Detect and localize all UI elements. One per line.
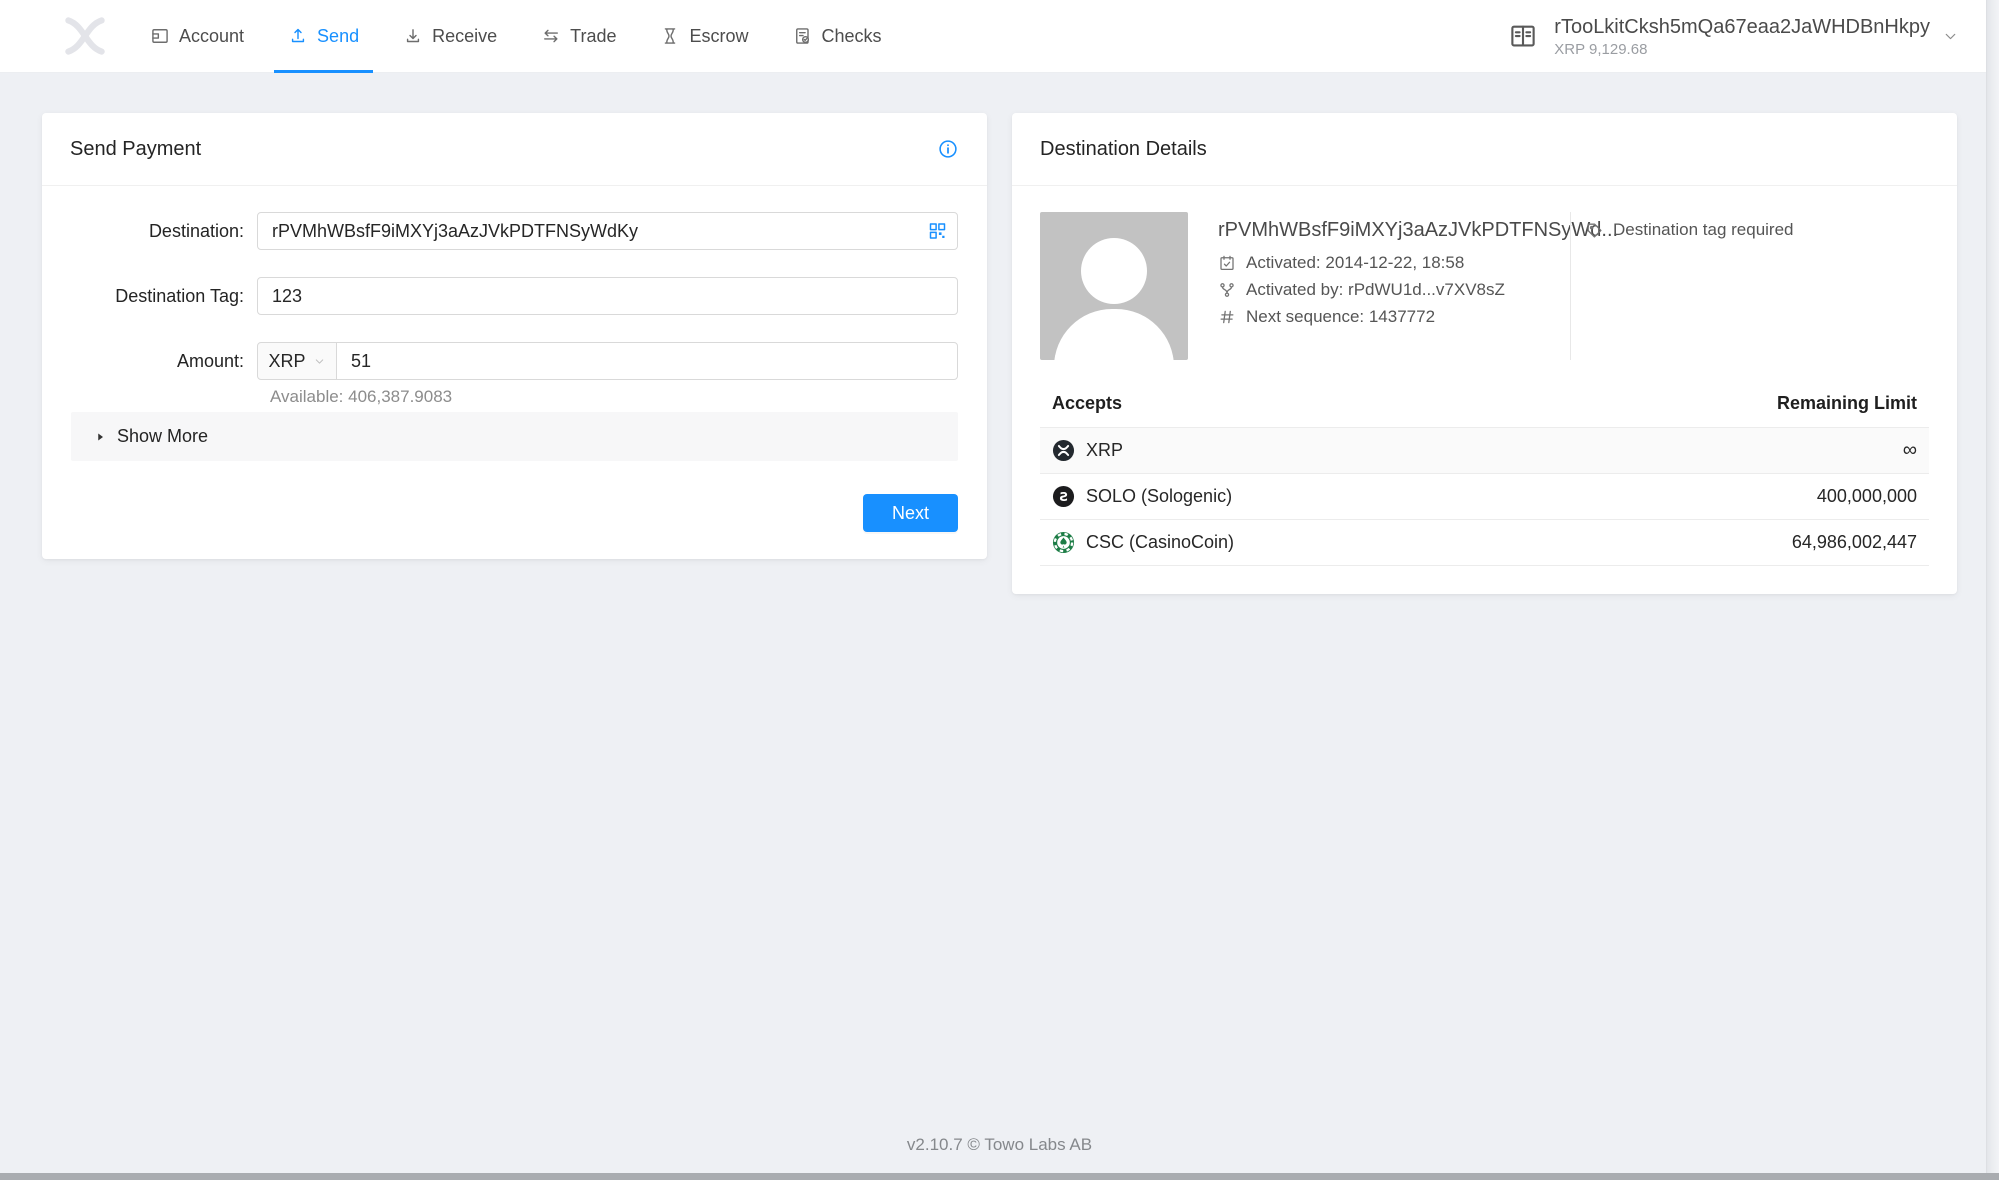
remaining-limit-col-header: Remaining Limit: [1777, 393, 1917, 414]
nav-account-area: rTooLkitCksh5mQa67eaa2JaWHDBnHkpy XRP 9,…: [1508, 15, 1959, 58]
download-icon: [403, 26, 423, 46]
csc-coin-icon: [1052, 531, 1075, 554]
main-content: Send Payment Destination: Destination Ta…: [0, 73, 1999, 594]
destination-row: Destination:: [71, 212, 958, 250]
caret-right-icon: [94, 431, 106, 443]
svg-text:S: S: [1059, 489, 1068, 504]
branch-icon: [1218, 281, 1236, 299]
destination-profile: rPVMhWBsfF9iMXYj3aAzJVkPDTFNSyWd... Acti…: [1040, 212, 1929, 360]
tab-account[interactable]: Account: [136, 0, 258, 72]
tab-send[interactable]: Send: [274, 0, 373, 72]
address-book-icon[interactable]: [1508, 21, 1538, 51]
destination-tag-label: Destination Tag:: [71, 286, 257, 307]
account-summary[interactable]: rTooLkitCksh5mQa67eaa2JaWHDBnHkpy XRP 9,…: [1554, 15, 1930, 58]
nav-tabs: AccountSendReceiveTradeEscrowChecks: [136, 0, 912, 72]
next-sequence-line: Next sequence: 1437772: [1218, 307, 1570, 327]
avatar: [1040, 212, 1188, 360]
show-more-label: Show More: [117, 426, 208, 447]
tab-trade[interactable]: Trade: [527, 0, 630, 72]
accepts-table: Accepts Remaining Limit XRP∞SSOLO (Solog…: [1040, 393, 1929, 566]
destination-details-card: Destination Details rPVMhWBsfF9iMXYj3aAz…: [1012, 113, 1957, 594]
destination-tag-input[interactable]: [257, 277, 958, 315]
accepts-table-header: Accepts Remaining Limit: [1040, 393, 1929, 428]
xrp-coin-icon: [1052, 439, 1075, 462]
top-navbar: AccountSendReceiveTradeEscrowChecks rToo…: [0, 0, 1999, 73]
qr-scan-icon[interactable]: [927, 221, 948, 242]
accepts-rows: XRP∞SSOLO (Sologenic)400,000,000CSC (Cas…: [1040, 428, 1929, 566]
chevron-down-icon[interactable]: [1942, 28, 1959, 45]
tab-checks[interactable]: Checks: [779, 0, 896, 72]
available-balance: Available: 406,387.9083: [270, 387, 958, 407]
activated-by-line: Activated by: rPdWU1d...v7XV8sZ: [1218, 280, 1570, 300]
tag-icon: [1585, 221, 1604, 240]
accepts-row: XRP∞: [1040, 428, 1929, 474]
app-logo-icon: [58, 9, 112, 63]
destination-info: rPVMhWBsfF9iMXYj3aAzJVkPDTFNSyWd... Acti…: [1218, 212, 1570, 360]
accepts-col-header: Accepts: [1052, 393, 1122, 414]
send-payment-form: Destination: Destination Tag: Amount: XR…: [42, 186, 987, 559]
activated-line: Activated: 2014-12-22, 18:58: [1218, 253, 1570, 273]
calendar-check-icon: [1218, 254, 1236, 272]
swap-icon: [541, 26, 561, 46]
tab-escrow[interactable]: Escrow: [646, 0, 762, 72]
window-bottom-edge: [0, 1173, 1999, 1180]
footer-version: v2.10.7 © Towo Labs AB: [0, 1135, 1999, 1155]
currency-select[interactable]: XRP: [257, 342, 337, 380]
destination-input[interactable]: [257, 212, 958, 250]
accepts-row: CSC (CasinoCoin)64,986,002,447: [1040, 520, 1929, 566]
amount-label: Amount:: [71, 351, 257, 372]
solo-coin-icon: S: [1052, 485, 1075, 508]
amount-row: Amount: XRP: [71, 342, 958, 380]
show-more-toggle[interactable]: Show More: [71, 412, 958, 461]
wallet-icon: [150, 26, 170, 46]
tag-required-line: Destination tag required: [1585, 220, 1929, 240]
accepts-row: SSOLO (Sologenic)400,000,000: [1040, 474, 1929, 520]
currency-selected: XRP: [268, 351, 305, 372]
send-payment-title: Send Payment: [70, 138, 201, 161]
destination-label: Destination:: [71, 221, 257, 242]
hourglass-icon: [660, 26, 680, 46]
amount-input[interactable]: [336, 342, 958, 380]
destination-tag-row: Destination Tag:: [71, 277, 958, 315]
destination-address: rPVMhWBsfF9iMXYj3aAzJVkPDTFNSyWd...: [1218, 218, 1570, 243]
destination-flags: Destination tag required: [1571, 212, 1929, 360]
scrollbar[interactable]: [1986, 0, 1999, 1180]
destination-details-body: rPVMhWBsfF9iMXYj3aAzJVkPDTFNSyWd... Acti…: [1012, 186, 1957, 594]
destination-details-header: Destination Details: [1012, 113, 1957, 186]
tab-receive[interactable]: Receive: [389, 0, 511, 72]
select-chevron-down-icon: [313, 355, 326, 368]
account-address: rTooLkitCksh5mQa67eaa2JaWHDBnHkpy: [1554, 15, 1930, 39]
send-payment-card: Send Payment Destination: Destination Ta…: [42, 113, 987, 559]
upload-icon: [288, 26, 308, 46]
next-button[interactable]: Next: [863, 494, 958, 532]
send-payment-header: Send Payment: [42, 113, 987, 186]
destination-details-title: Destination Details: [1040, 138, 1207, 161]
hash-icon: [1218, 308, 1236, 326]
account-balance: XRP 9,129.68: [1554, 41, 1930, 58]
file-check-icon: [793, 26, 813, 46]
info-icon[interactable]: [937, 138, 959, 160]
